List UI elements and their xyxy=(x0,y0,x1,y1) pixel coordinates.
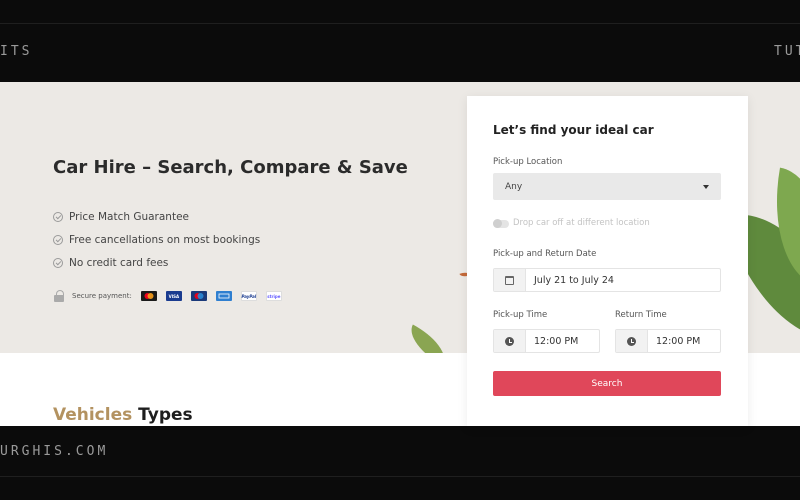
chevron-down-icon xyxy=(703,184,709,189)
bottom-frame-line xyxy=(0,476,800,477)
drop-off-toggle-label: Drop car off at different location xyxy=(513,218,650,228)
return-time-field[interactable]: 12:00 PM xyxy=(615,329,721,353)
clock-icon-wrapper xyxy=(616,330,648,352)
return-time-value: 12:00 PM xyxy=(656,335,701,347)
vehicles-heading-rest: Types xyxy=(132,405,193,425)
secure-payment-label: Secure payment: xyxy=(72,292,132,300)
clock-icon xyxy=(505,336,514,346)
pickup-location-label: Pick-up Location xyxy=(493,157,563,167)
top-left-frame-text: ITS xyxy=(0,44,33,59)
clock-icon-wrapper xyxy=(494,330,526,352)
feature-item: Free cancellations on most bookings xyxy=(53,228,260,251)
mastercard-icon xyxy=(140,291,157,301)
check-circle-icon xyxy=(53,234,63,245)
top-right-frame-text: TUT xyxy=(774,44,800,59)
bottom-left-frame-text: URGHIS.COM xyxy=(0,444,109,459)
search-button[interactable]: Search xyxy=(493,371,721,396)
date-range-value: July 21 to July 24 xyxy=(534,274,614,286)
paypal-icon: PayPal xyxy=(240,291,257,301)
pickup-location-select[interactable]: Any xyxy=(493,173,721,200)
lock-icon xyxy=(54,290,64,302)
clock-icon xyxy=(627,336,636,346)
date-range-field[interactable]: July 21 to July 24 xyxy=(493,268,721,292)
feature-text: Free cancellations on most bookings xyxy=(69,233,261,246)
feature-text: Price Match Guarantee xyxy=(69,210,189,223)
pickup-location-value: Any xyxy=(505,181,523,192)
vehicles-heading-accent: Vehicles xyxy=(53,405,133,425)
pickup-time-field[interactable]: 12:00 PM xyxy=(493,329,600,353)
secure-payment-row: Secure payment: VISA PayPal stripe xyxy=(54,290,282,302)
date-label: Pick-up and Return Date xyxy=(493,249,597,259)
drop-off-toggle[interactable] xyxy=(493,219,509,228)
return-time-label: Return Time xyxy=(615,310,667,320)
feature-item: Price Match Guarantee xyxy=(53,205,260,228)
visa-icon: VISA xyxy=(165,291,182,301)
feature-text: No credit card fees xyxy=(69,256,169,269)
check-circle-icon xyxy=(53,211,63,222)
top-frame-line xyxy=(0,23,800,24)
vehicles-heading: Vehicles Types xyxy=(53,405,193,425)
pickup-time-value: 12:00 PM xyxy=(534,335,579,347)
check-circle-icon xyxy=(53,257,63,268)
calendar-icon-wrapper xyxy=(494,269,526,291)
pickup-time-label: Pick-up Time xyxy=(493,310,548,320)
calendar-icon xyxy=(505,275,514,285)
feature-item: No credit card fees xyxy=(53,251,260,274)
leaf-decoration xyxy=(402,324,454,353)
car-search-card: Let’s find your ideal car Pick-up Locati… xyxy=(467,96,748,426)
amex-icon xyxy=(215,291,232,301)
feature-list: Price Match Guarantee Free cancellations… xyxy=(53,205,260,274)
bottom-frame-band: URGHIS.COM xyxy=(0,426,800,500)
maestro-icon xyxy=(190,291,207,301)
top-frame-band: ITS TUT xyxy=(0,0,800,82)
card-title: Let’s find your ideal car xyxy=(493,123,654,137)
stripe-icon: stripe xyxy=(265,291,282,301)
hero-title: Car Hire – Search, Compare & Save xyxy=(53,157,408,178)
